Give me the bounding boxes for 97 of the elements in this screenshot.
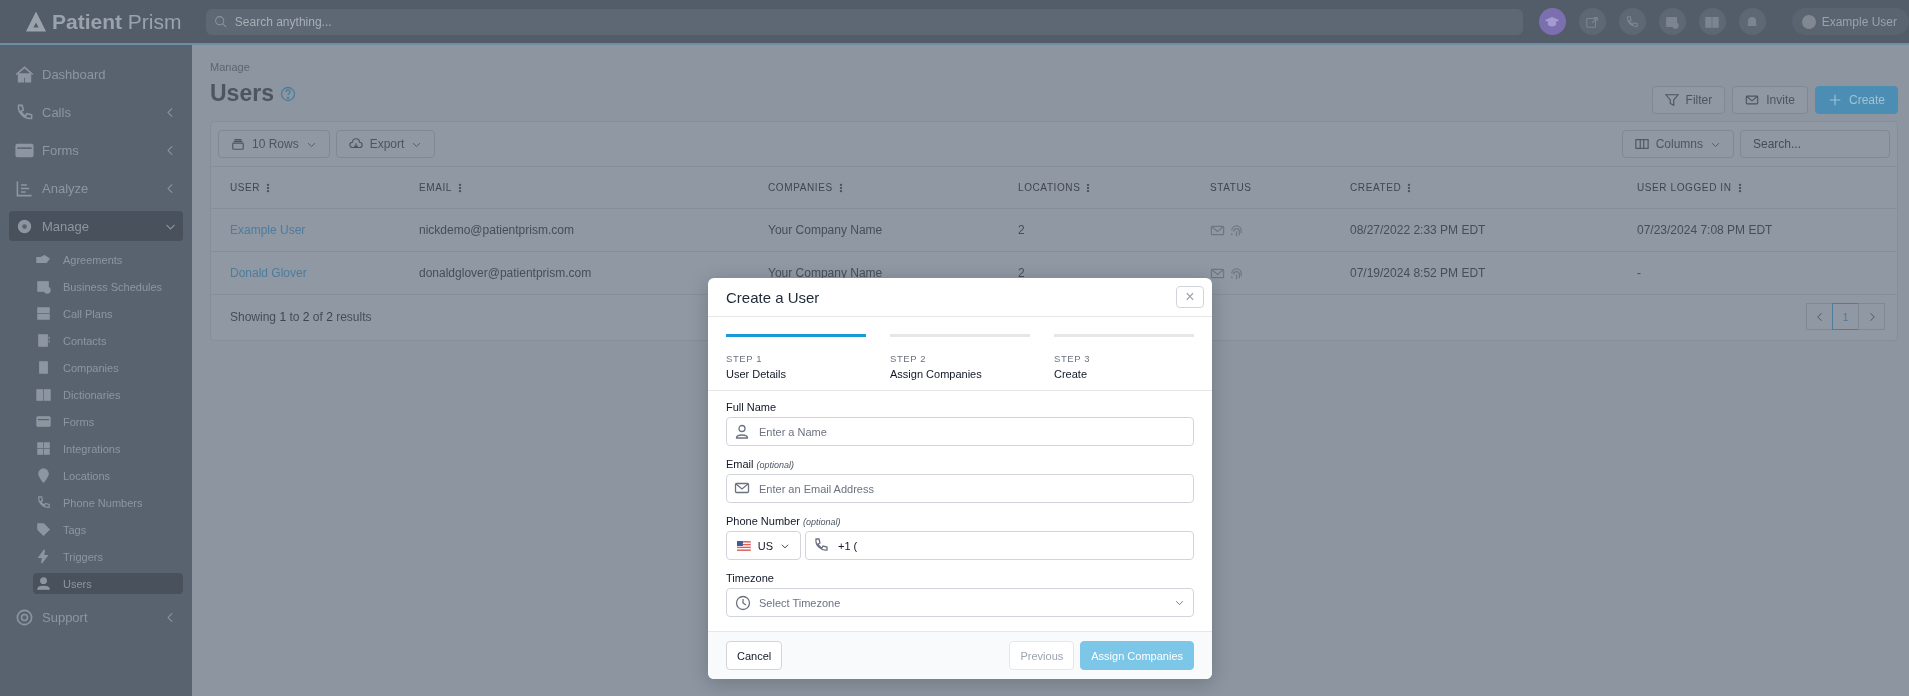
phone-icon bbox=[15, 102, 34, 122]
page-button[interactable]: 1 bbox=[1832, 303, 1859, 330]
field-label: Email (optional) bbox=[726, 458, 795, 470]
table-cell-text: 07/19/2024 8:52 PM EDT bbox=[1350, 266, 1487, 280]
page-title: Users bbox=[210, 80, 274, 107]
phone-button[interactable] bbox=[1618, 8, 1646, 35]
book-icon bbox=[1705, 14, 1720, 29]
lightning-icon bbox=[36, 549, 51, 564]
table-cell-text: Your Company Name bbox=[768, 266, 884, 280]
avatar-icon bbox=[1801, 14, 1816, 29]
funnel-icon bbox=[1664, 93, 1679, 107]
help-icon bbox=[279, 85, 296, 102]
column-header[interactable]: USER bbox=[230, 182, 261, 193]
user-link[interactable]: Donald Glover bbox=[230, 266, 307, 280]
fingerprint-icon bbox=[1229, 222, 1244, 238]
results-summary: Showing 1 to 2 of 2 results bbox=[230, 309, 372, 324]
step-title: Assign Companies bbox=[890, 368, 983, 380]
person-icon bbox=[734, 423, 750, 439]
sidebar-subitem[interactable]: Users bbox=[33, 573, 183, 594]
columns-dropdown[interactable]: Columns bbox=[1621, 130, 1734, 158]
country-dropdown[interactable]: US bbox=[726, 531, 801, 560]
column-header[interactable]: CREATED bbox=[1350, 182, 1402, 193]
previous-page-button[interactable] bbox=[1806, 303, 1833, 330]
phone-icon bbox=[1625, 14, 1640, 29]
table-cell-text: - bbox=[1637, 266, 1642, 280]
column-header[interactable]: COMPANIES bbox=[768, 182, 833, 193]
graduation-cap-icon bbox=[1545, 14, 1560, 29]
next-page-button[interactable] bbox=[1858, 303, 1885, 330]
share-button[interactable] bbox=[1578, 8, 1606, 35]
book-button[interactable] bbox=[1698, 8, 1726, 35]
column-header[interactable]: LOCATIONS bbox=[1018, 182, 1081, 193]
app-logo: Patient Prism bbox=[52, 9, 182, 34]
step-number: STEP 3 bbox=[1054, 353, 1092, 364]
puzzle-icon bbox=[36, 441, 51, 456]
plus-icon bbox=[1827, 93, 1842, 107]
phone-input-field[interactable]: +1 ( bbox=[805, 531, 1194, 560]
list-icon bbox=[15, 178, 34, 198]
column-header[interactable]: EMAIL bbox=[419, 182, 452, 193]
step-number: STEP 2 bbox=[890, 353, 928, 364]
step-title: Create bbox=[1054, 368, 1089, 380]
table-search-field[interactable]: Search... bbox=[1740, 130, 1890, 158]
envelope-icon bbox=[1745, 93, 1760, 107]
search-field[interactable]: Search anything... bbox=[205, 8, 1523, 35]
rows-dropdown[interactable]: 10 Rows bbox=[218, 130, 330, 158]
calendar-icon bbox=[1665, 14, 1680, 29]
table-cell-text: 2 bbox=[1018, 266, 1026, 280]
table-cell-text: 07/23/2024 7:08 PM EDT bbox=[1637, 223, 1774, 237]
modal-title: Create a User bbox=[726, 288, 820, 306]
input-field[interactable]: Enter a Name bbox=[726, 417, 1194, 446]
logo-icon bbox=[26, 11, 46, 32]
calendar-icon bbox=[36, 279, 51, 294]
calendar-button[interactable] bbox=[1658, 8, 1686, 35]
dialog-button[interactable]: Cancel bbox=[726, 641, 783, 670]
table-cell-text: 2 bbox=[1018, 223, 1026, 237]
phone-icon bbox=[813, 537, 829, 553]
table-cell-text: Your Company Name bbox=[768, 223, 884, 237]
columns-icon bbox=[1634, 137, 1649, 151]
bell-button[interactable] bbox=[1738, 8, 1766, 35]
input-field[interactable]: Enter an Email Address bbox=[726, 474, 1194, 503]
sidebar-item[interactable]: Manage bbox=[9, 211, 183, 241]
fingerprint-icon bbox=[1229, 265, 1244, 281]
step-title: User Details bbox=[726, 368, 787, 380]
table-cell-text: donaldglover@patientprism.com bbox=[419, 266, 593, 280]
clock-icon bbox=[735, 594, 751, 611]
column-header[interactable]: USER LOGGED IN bbox=[1637, 182, 1732, 193]
book-icon bbox=[36, 387, 51, 402]
filter-button[interactable]: Filter bbox=[1651, 86, 1726, 114]
export-dropdown[interactable]: Export bbox=[335, 130, 436, 158]
user-link[interactable]: Example User bbox=[230, 223, 306, 237]
invite-button[interactable]: Invite bbox=[1732, 86, 1808, 114]
tray-icon bbox=[36, 306, 51, 321]
house-icon bbox=[15, 64, 34, 84]
graduation-cap-button[interactable] bbox=[1538, 8, 1566, 35]
phone-icon bbox=[36, 495, 51, 510]
search-icon bbox=[213, 14, 227, 28]
column-header[interactable]: STATUS bbox=[1210, 182, 1252, 193]
flag-icon bbox=[737, 540, 751, 551]
field-label: Timezone bbox=[726, 572, 774, 584]
timezone-dropdown[interactable]: Select Timezone bbox=[726, 588, 1194, 617]
close-button[interactable]: × bbox=[1176, 286, 1204, 308]
users-icon bbox=[36, 576, 51, 591]
create-button[interactable]: Create bbox=[1814, 86, 1898, 114]
tag-icon bbox=[36, 522, 51, 537]
table-cell-text: 08/27/2022 2:33 PM EDT bbox=[1350, 223, 1487, 237]
user-menu[interactable]: Example User bbox=[1791, 8, 1909, 35]
lifebuoy-icon bbox=[15, 607, 34, 627]
location-pin-icon bbox=[36, 468, 51, 483]
step-number: STEP 1 bbox=[726, 353, 764, 364]
field-label: Phone Number (optional) bbox=[726, 515, 841, 527]
stack-icon bbox=[231, 137, 245, 151]
window-icon bbox=[36, 414, 51, 429]
field-label: Full Name bbox=[726, 401, 777, 413]
contact-card-icon bbox=[36, 333, 51, 348]
envelope-icon bbox=[734, 480, 750, 496]
share-icon bbox=[1585, 14, 1600, 29]
table-cell-text: nickdemo@patientprism.com bbox=[419, 223, 575, 237]
cloud-download-icon bbox=[348, 137, 363, 151]
